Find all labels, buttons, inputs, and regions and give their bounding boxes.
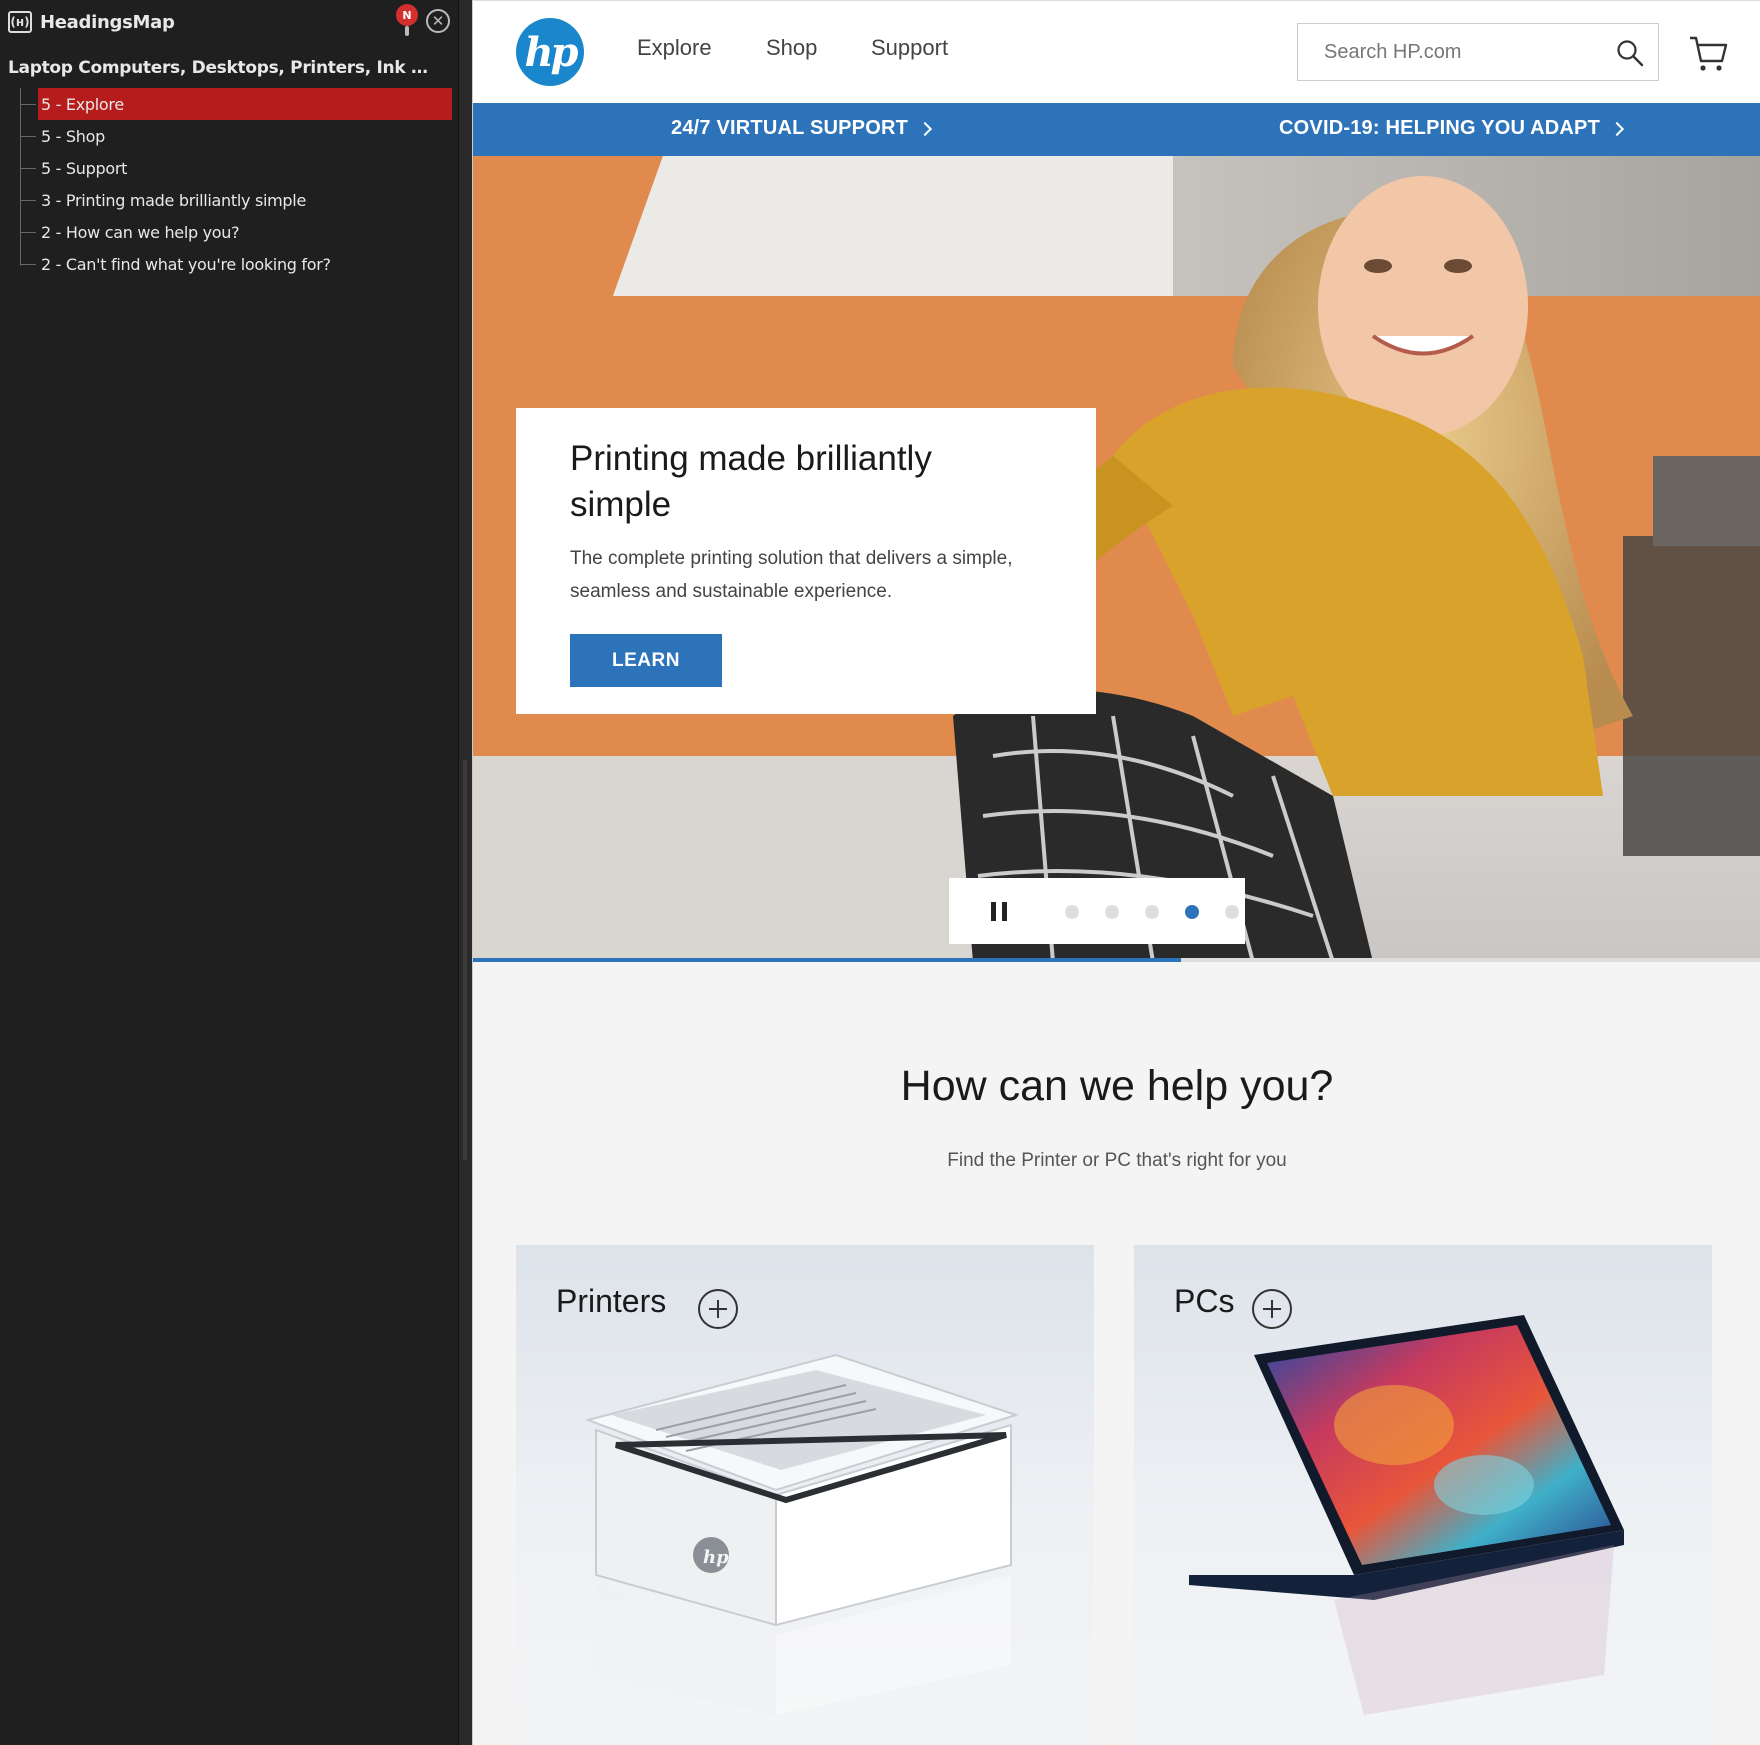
help-subtitle: Find the Printer or PC that's right for … bbox=[947, 1150, 1287, 1171]
heading-item-support[interactable]: 5 - Support bbox=[0, 152, 458, 184]
headingsmap-header: (н) HeadingsMap N ✕ bbox=[0, 0, 458, 44]
nav-shop[interactable]: Shop bbox=[766, 35, 817, 61]
help-heading: How can we help you? bbox=[900, 1062, 1334, 1110]
hero-title: Printing made brilliantly simple bbox=[570, 439, 932, 524]
headingsmap-logo-icon: (н) bbox=[8, 11, 32, 33]
search-input[interactable] bbox=[1298, 24, 1598, 80]
document-title[interactable]: Laptop Computers, Desktops, Printers, In… bbox=[0, 58, 440, 78]
carousel-controls bbox=[949, 878, 1245, 944]
top-navigation: hp Explore Shop Support bbox=[473, 0, 1760, 103]
expand-pcs-plus-icon[interactable] bbox=[1252, 1289, 1292, 1329]
heading-tree: 5 - Explore 5 - Shop 5 - Support 3 - Pri… bbox=[0, 88, 458, 280]
learn-button[interactable]: LEARN bbox=[570, 634, 722, 687]
virtual-support-link[interactable]: 24/7 VIRTUAL SUPPORT bbox=[671, 117, 933, 140]
carousel-progress-fill bbox=[473, 958, 1182, 962]
laptop-image bbox=[1189, 1315, 1624, 1715]
search-icon[interactable] bbox=[1616, 39, 1644, 67]
chevron-right-icon bbox=[917, 121, 933, 136]
covid-label: COVID-19: HELPING YOU ADAPT bbox=[1279, 117, 1600, 139]
printers-label: Printers bbox=[556, 1283, 667, 1319]
hp-website: hp Explore Shop Support 24/7 VIRTUAL SUP… bbox=[472, 0, 1760, 1745]
carousel-dot[interactable] bbox=[1105, 905, 1119, 919]
heading-item-help[interactable]: 2 - How can we help you? bbox=[0, 216, 458, 248]
pcs-label: PCs bbox=[1174, 1283, 1235, 1319]
hero-card: Printing made brilliantly simple The com… bbox=[516, 408, 1096, 714]
covid-link[interactable]: COVID-19: HELPING YOU ADAPT bbox=[1279, 117, 1625, 140]
hp-logo[interactable]: hp bbox=[516, 18, 584, 86]
virtual-support-label: 24/7 VIRTUAL SUPPORT bbox=[671, 117, 909, 139]
headingsmap-panel: (н) HeadingsMap N ✕ Laptop Computers, De… bbox=[0, 0, 458, 1745]
chevron-right-icon bbox=[1609, 121, 1625, 136]
carousel-dot[interactable] bbox=[1065, 905, 1079, 919]
promo-bar: 24/7 VIRTUAL SUPPORT COVID-19: HELPING Y… bbox=[473, 103, 1760, 156]
carousel-dot-active[interactable] bbox=[1185, 905, 1199, 919]
pcs-card[interactable]: PCs bbox=[1134, 1245, 1712, 1745]
heading-item-printing[interactable]: 3 - Printing made brilliantly simple bbox=[0, 184, 458, 216]
cart-icon[interactable] bbox=[1689, 35, 1729, 73]
notification-pin-icon bbox=[405, 26, 409, 36]
heading-item-explore[interactable]: 5 - Explore bbox=[20, 88, 452, 120]
hero-description: The complete printing solution that deli… bbox=[570, 548, 1013, 602]
nav-explore[interactable]: Explore bbox=[637, 35, 712, 61]
heading-item-cant-find[interactable]: 2 - Can't find what you're looking for? bbox=[0, 248, 458, 280]
printers-card[interactable]: hp Printers bbox=[516, 1245, 1094, 1745]
carousel-progress-track bbox=[473, 958, 1760, 962]
svg-text:hp: hp bbox=[703, 1547, 729, 1568]
panel-resize-handle[interactable] bbox=[458, 0, 472, 1745]
carousel-dot[interactable] bbox=[1145, 905, 1159, 919]
notification-badge-icon[interactable]: N bbox=[396, 4, 418, 26]
heading-item-shop[interactable]: 5 - Shop bbox=[0, 120, 458, 152]
printer-image: hp bbox=[584, 1353, 1020, 1715]
pause-icon[interactable] bbox=[991, 902, 1007, 921]
hero-carousel: Printing made brilliantly simple The com… bbox=[473, 156, 1760, 962]
search-box bbox=[1297, 23, 1659, 81]
headingsmap-title: HeadingsMap bbox=[40, 11, 175, 33]
nav-support[interactable]: Support bbox=[871, 35, 948, 61]
carousel-dot[interactable] bbox=[1225, 905, 1239, 919]
expand-printers-plus-icon[interactable] bbox=[698, 1289, 738, 1329]
close-icon[interactable]: ✕ bbox=[426, 9, 450, 33]
